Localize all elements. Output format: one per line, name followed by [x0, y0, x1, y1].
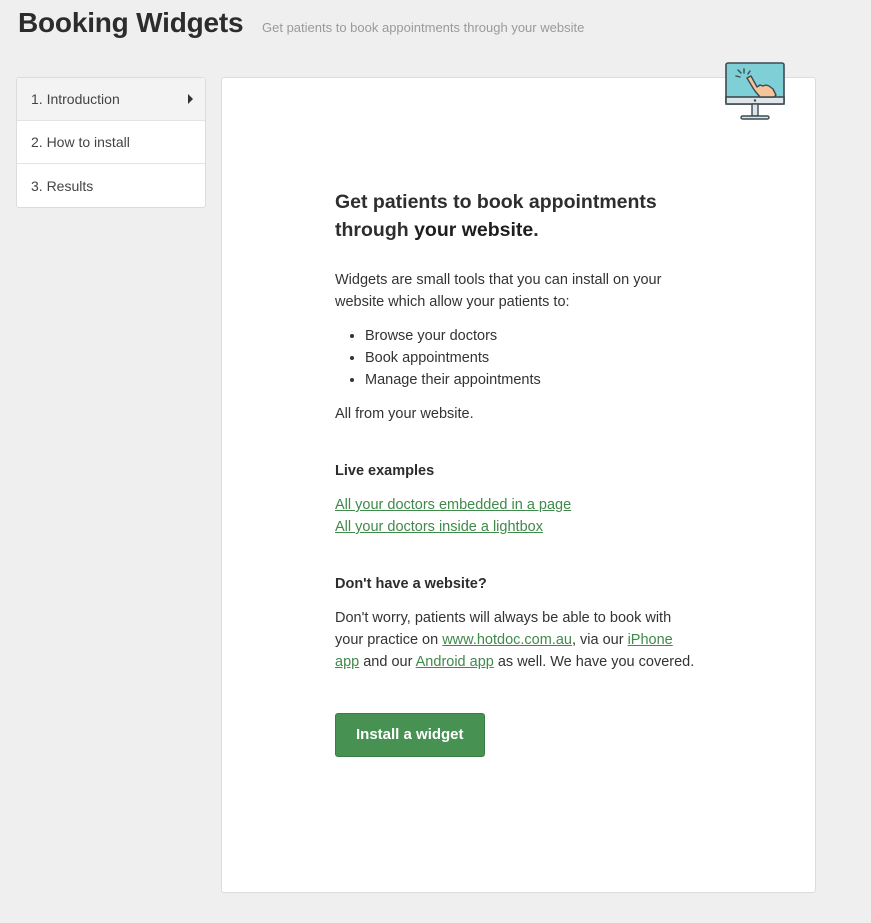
page-title: Booking Widgets: [18, 7, 244, 38]
sidebar-item-label: 2. How to install: [31, 134, 130, 150]
feature-list: Browse your doctors Book appointments Ma…: [335, 325, 695, 391]
page-subtitle: Get patients to book appointments throug…: [262, 20, 585, 35]
caret-right-icon: [188, 94, 193, 104]
list-item: Book appointments: [365, 347, 695, 369]
sidebar-nav: 1. Introduction 2. How to install 3. Res…: [16, 77, 206, 208]
list-item: Manage their appointments: [365, 369, 695, 391]
no-website-heading: Don't have a website?: [335, 576, 487, 592]
no-website-paragraph: Don't worry, patients will always be abl…: [335, 607, 695, 673]
install-widget-button[interactable]: Install a widget: [335, 713, 485, 757]
sidebar-item-label: 1. Introduction: [31, 91, 120, 107]
headline: Get patients to book appointments throug…: [335, 188, 695, 244]
outro-text: All from your website.: [335, 406, 474, 422]
headline-emphasis: your website: [414, 219, 534, 241]
sidebar-item-how-to-install[interactable]: 2. How to install: [17, 121, 205, 164]
example-link-lightbox[interactable]: All your doctors inside a lightbox: [335, 519, 543, 535]
live-examples-heading: Live examples: [335, 463, 435, 479]
headline-period: .: [533, 219, 539, 241]
no-website-text: and our: [359, 654, 416, 670]
monitor-click-icon: [725, 62, 785, 120]
sidebar-item-label: 3. Results: [31, 177, 94, 194]
no-website-text: , via our: [571, 632, 628, 648]
sidebar-item-introduction[interactable]: 1. Introduction: [17, 78, 205, 121]
android-app-link[interactable]: Android app: [416, 654, 494, 670]
hotdoc-link[interactable]: www.hotdoc.com.au: [442, 632, 572, 648]
intro-paragraph: Widgets are small tools that you can ins…: [335, 272, 662, 310]
intro-content: Get patients to book appointments throug…: [335, 188, 695, 757]
sidebar-item-results[interactable]: 3. Results: [17, 164, 205, 207]
example-link-embedded[interactable]: All your doctors embedded in a page: [335, 497, 571, 513]
list-item: Browse your doctors: [365, 325, 695, 347]
no-website-text: as well. We have you covered.: [493, 654, 695, 670]
